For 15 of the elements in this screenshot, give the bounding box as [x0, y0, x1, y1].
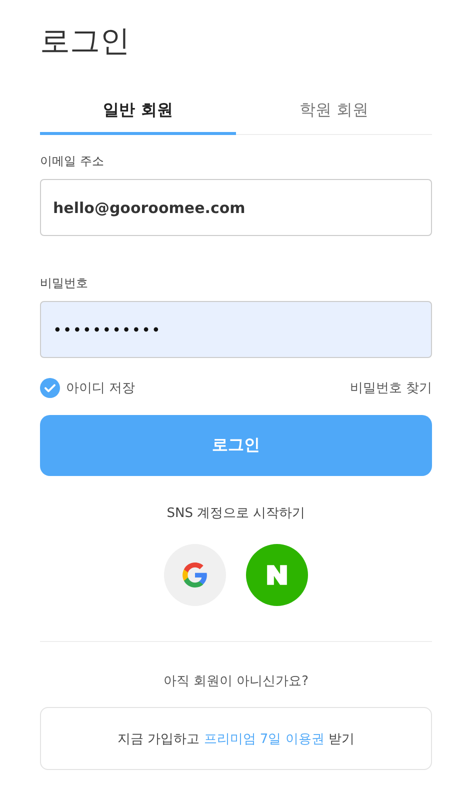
field-label: 비밀번호 — [40, 275, 88, 291]
signup-question: 아직 회원이 아니신가요? — [163, 673, 309, 690]
field-label: 이메일 주소 — [40, 153, 104, 169]
signup-text: 지금 가입하고 프리미엄 7일 이용권 받기 — [118, 730, 354, 748]
google-logo-icon — [182, 562, 208, 588]
checkmark-icon — [40, 378, 60, 398]
tab[interactable]: 일반 회원 — [40, 88, 236, 135]
naver-logo-icon — [266, 564, 288, 586]
email-field[interactable]: hello@gooroomee.com — [40, 179, 432, 236]
sns-caption: SNS 계정으로 시작하기 — [166, 505, 306, 522]
password-field[interactable]: ••••••••••• — [40, 301, 432, 358]
find-password-link[interactable]: 비밀번호 찾기 — [350, 379, 432, 397]
tab[interactable]: 학원 회원 — [236, 88, 432, 135]
page-title: 로그인 — [40, 23, 131, 61]
remember-checkbox[interactable]: 아이디 저장 — [40, 378, 136, 398]
